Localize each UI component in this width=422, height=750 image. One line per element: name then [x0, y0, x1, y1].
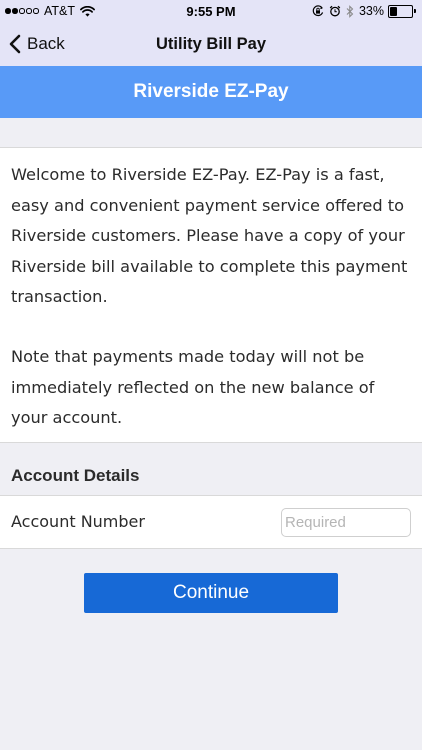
bluetooth-icon	[346, 4, 354, 18]
alarm-icon	[329, 5, 341, 17]
orientation-lock-icon	[312, 5, 324, 17]
battery-percent: 33%	[358, 4, 384, 18]
top-chrome: AT&T 9:55 PM 33% Back Utility Bill Pay	[0, 0, 422, 66]
intro-panel: Welcome to Riverside EZ-Pay. EZ-Pay is a…	[0, 147, 422, 443]
back-label: Back	[27, 34, 65, 53]
account-number-row: Account Number	[0, 495, 422, 549]
continue-button[interactable]: Continue	[84, 573, 338, 613]
battery-icon	[388, 4, 416, 18]
intro-paragraph-note: Note that payments made today will not b…	[11, 347, 375, 428]
account-details-header: Account Details	[11, 466, 140, 485]
banner-title: Riverside EZ-Pay	[0, 66, 422, 118]
status-bar: AT&T 9:55 PM 33%	[0, 0, 422, 22]
chevron-left-icon	[9, 34, 21, 54]
account-number-label: Account Number	[11, 512, 145, 531]
intro-paragraph-welcome: Welcome to Riverside EZ-Pay. EZ-Pay is a…	[11, 165, 408, 307]
status-right: 33%	[307, 4, 416, 18]
back-button[interactable]: Back	[9, 22, 65, 66]
nav-bar: Back Utility Bill Pay	[0, 22, 422, 66]
account-number-input[interactable]	[281, 508, 411, 537]
